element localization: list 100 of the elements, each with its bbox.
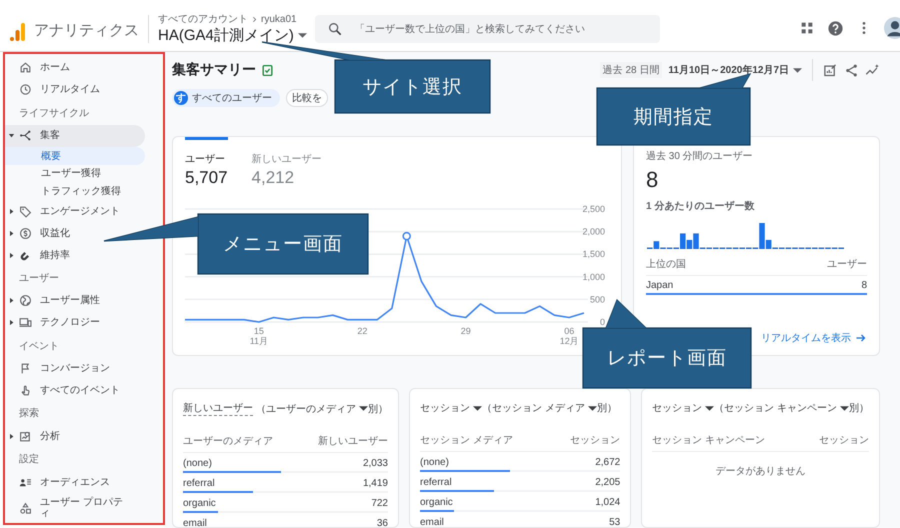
avatar-icon[interactable] <box>884 17 900 39</box>
peak-marker <box>402 232 411 240</box>
title-dropdown[interactable]: セッション <box>420 401 482 415</box>
nav-item[interactable]: 維持率 <box>5 244 145 266</box>
callout-label: サイト選択 <box>362 76 462 100</box>
column-header: セッション <box>570 434 620 447</box>
nav-item[interactable]: オーディエンス <box>5 471 145 494</box>
report-title: 集客サマリー <box>172 61 256 80</box>
search-icon <box>326 21 343 37</box>
axis-tick-label: 1,500 <box>582 249 605 260</box>
axis-tick-label: 29 <box>460 326 471 336</box>
caret-icon <box>840 406 849 410</box>
nav-item[interactable]: 分析 <box>5 425 145 448</box>
flag-icon <box>19 362 32 376</box>
verified-report-icon <box>261 64 274 77</box>
column-header: セッション メディア <box>420 434 513 447</box>
expand-arrow-icon[interactable] <box>7 206 16 216</box>
metric-tab[interactable]: 新しいユーザー 4,212 <box>252 137 322 188</box>
nav-item[interactable]: エンゲージメント <box>5 200 145 222</box>
column-header: 新しいユーザー <box>318 434 388 448</box>
expand-arrow-icon[interactable] <box>7 432 16 441</box>
table-cell: 2,205 <box>595 477 620 488</box>
nav-subitem[interactable]: ユーザー獲得 <box>5 164 145 182</box>
nav-subitem[interactable]: トラフィック獲得 <box>5 182 145 200</box>
table-cell: 2,672 <box>595 457 620 468</box>
expand-arrow-icon[interactable] <box>7 296 16 306</box>
breadcrumb-link[interactable]: ryuka01 <box>261 14 297 24</box>
table-cell: organic <box>420 497 453 508</box>
card-title: 別） <box>849 402 869 415</box>
arrow-right-icon <box>855 332 867 344</box>
expand-arrow-icon[interactable] <box>7 228 16 238</box>
dollar-icon <box>19 226 32 240</box>
column-header: ユーザー <box>827 258 867 271</box>
table-cell: 722 <box>371 498 388 509</box>
nav-item[interactable]: コンバージョン <box>5 358 145 380</box>
axis-tick-label: 0 <box>600 317 605 327</box>
axis-tick-label: 2,500 <box>582 204 605 214</box>
column-header: 上位の国 <box>646 258 686 271</box>
breadcrumb-link[interactable]: すべてのアカウント <box>158 12 248 26</box>
card-title: 別） <box>368 402 388 416</box>
axis-tick-label: 500 <box>590 294 605 304</box>
nav-item[interactable]: テクノロジー <box>5 312 145 334</box>
nav-item[interactable]: ユーザー属性 <box>5 290 145 312</box>
card-title: 新しいユーザー <box>183 401 253 416</box>
apps-grid-icon[interactable] <box>799 20 815 36</box>
home-icon <box>19 61 32 74</box>
column-header: セッション <box>819 434 869 447</box>
clock-icon <box>19 83 32 96</box>
edit-report-icon[interactable] <box>823 62 838 78</box>
nav-item[interactable]: ホーム <box>5 57 145 79</box>
nav-item[interactable]: ユーザー プロパティ <box>5 493 145 523</box>
nav-item[interactable]: すべてのイベント <box>5 380 145 402</box>
table-cell: 1,024 <box>595 497 620 508</box>
caret-icon <box>588 406 597 410</box>
table-cell: 1,419 <box>362 478 388 489</box>
table-cell: email <box>183 518 207 528</box>
section-heading: ライフサイクル <box>18 106 90 121</box>
metric-tab[interactable]: ユーザー 5,707 <box>185 137 228 188</box>
axis-tick-label: 2,000 <box>582 226 605 237</box>
caret-icon <box>705 406 714 410</box>
title-dropdown[interactable]: （セッション メディア <box>482 401 597 415</box>
nav-item[interactable]: リアルタイム <box>5 78 145 101</box>
globe-icon <box>19 294 32 308</box>
table-cell: 36 <box>376 518 388 528</box>
table-cell: 53 <box>609 517 620 528</box>
axis-tick-label: 15 11月 <box>250 326 268 346</box>
expand-arrow-icon[interactable] <box>7 318 16 328</box>
table-cell: 8 <box>861 280 867 291</box>
caret-icon <box>298 33 307 38</box>
callout-label: 期間指定 <box>634 106 714 130</box>
help-icon[interactable] <box>827 20 844 36</box>
compare-chip[interactable]: 比較を <box>286 88 328 107</box>
title-dropdown[interactable]: （セッション キャンペーン <box>714 401 849 415</box>
callout-label: メニュー画面 <box>223 233 343 257</box>
caret-icon <box>473 406 482 410</box>
table-cell: 2,033 <box>362 458 388 469</box>
segment-chip[interactable]: す すべてのユーザー <box>172 88 280 107</box>
column-header: セッション キャンペーン <box>652 434 765 447</box>
branch-icon <box>19 129 32 142</box>
axis-tick-label: 06 12月 <box>560 326 579 346</box>
expand-arrow-icon[interactable] <box>7 250 16 260</box>
axis-tick-label: 22 <box>357 326 368 336</box>
title-dropdown[interactable]: （ユーザーのメディア <box>256 402 368 416</box>
title-dropdown[interactable]: セッション <box>652 401 714 415</box>
empty-state-text: データがありません <box>714 465 807 478</box>
section-heading: イベント <box>18 340 60 354</box>
table-cell: Japan <box>646 280 674 291</box>
nav-item[interactable]: 集客 <box>5 124 145 147</box>
search-field[interactable]: 「ユーザー数で上位の国」と検索してみてください <box>314 15 660 43</box>
table-cell: (none) <box>183 458 212 469</box>
view-realtime-link[interactable]: リアルタイムを表示 <box>761 331 867 345</box>
nav-item[interactable]: 収益化 <box>5 222 145 244</box>
analytics-logo <box>10 23 26 41</box>
nav-subitem[interactable]: 概要 <box>5 146 145 165</box>
chart-board-icon <box>19 430 32 443</box>
devices-icon <box>19 316 32 330</box>
callout-label: レポート画面 <box>607 347 727 371</box>
card-title: 別） <box>596 402 617 415</box>
product-name: アナリティクス <box>34 21 139 40</box>
share-icon[interactable] <box>844 62 859 78</box>
